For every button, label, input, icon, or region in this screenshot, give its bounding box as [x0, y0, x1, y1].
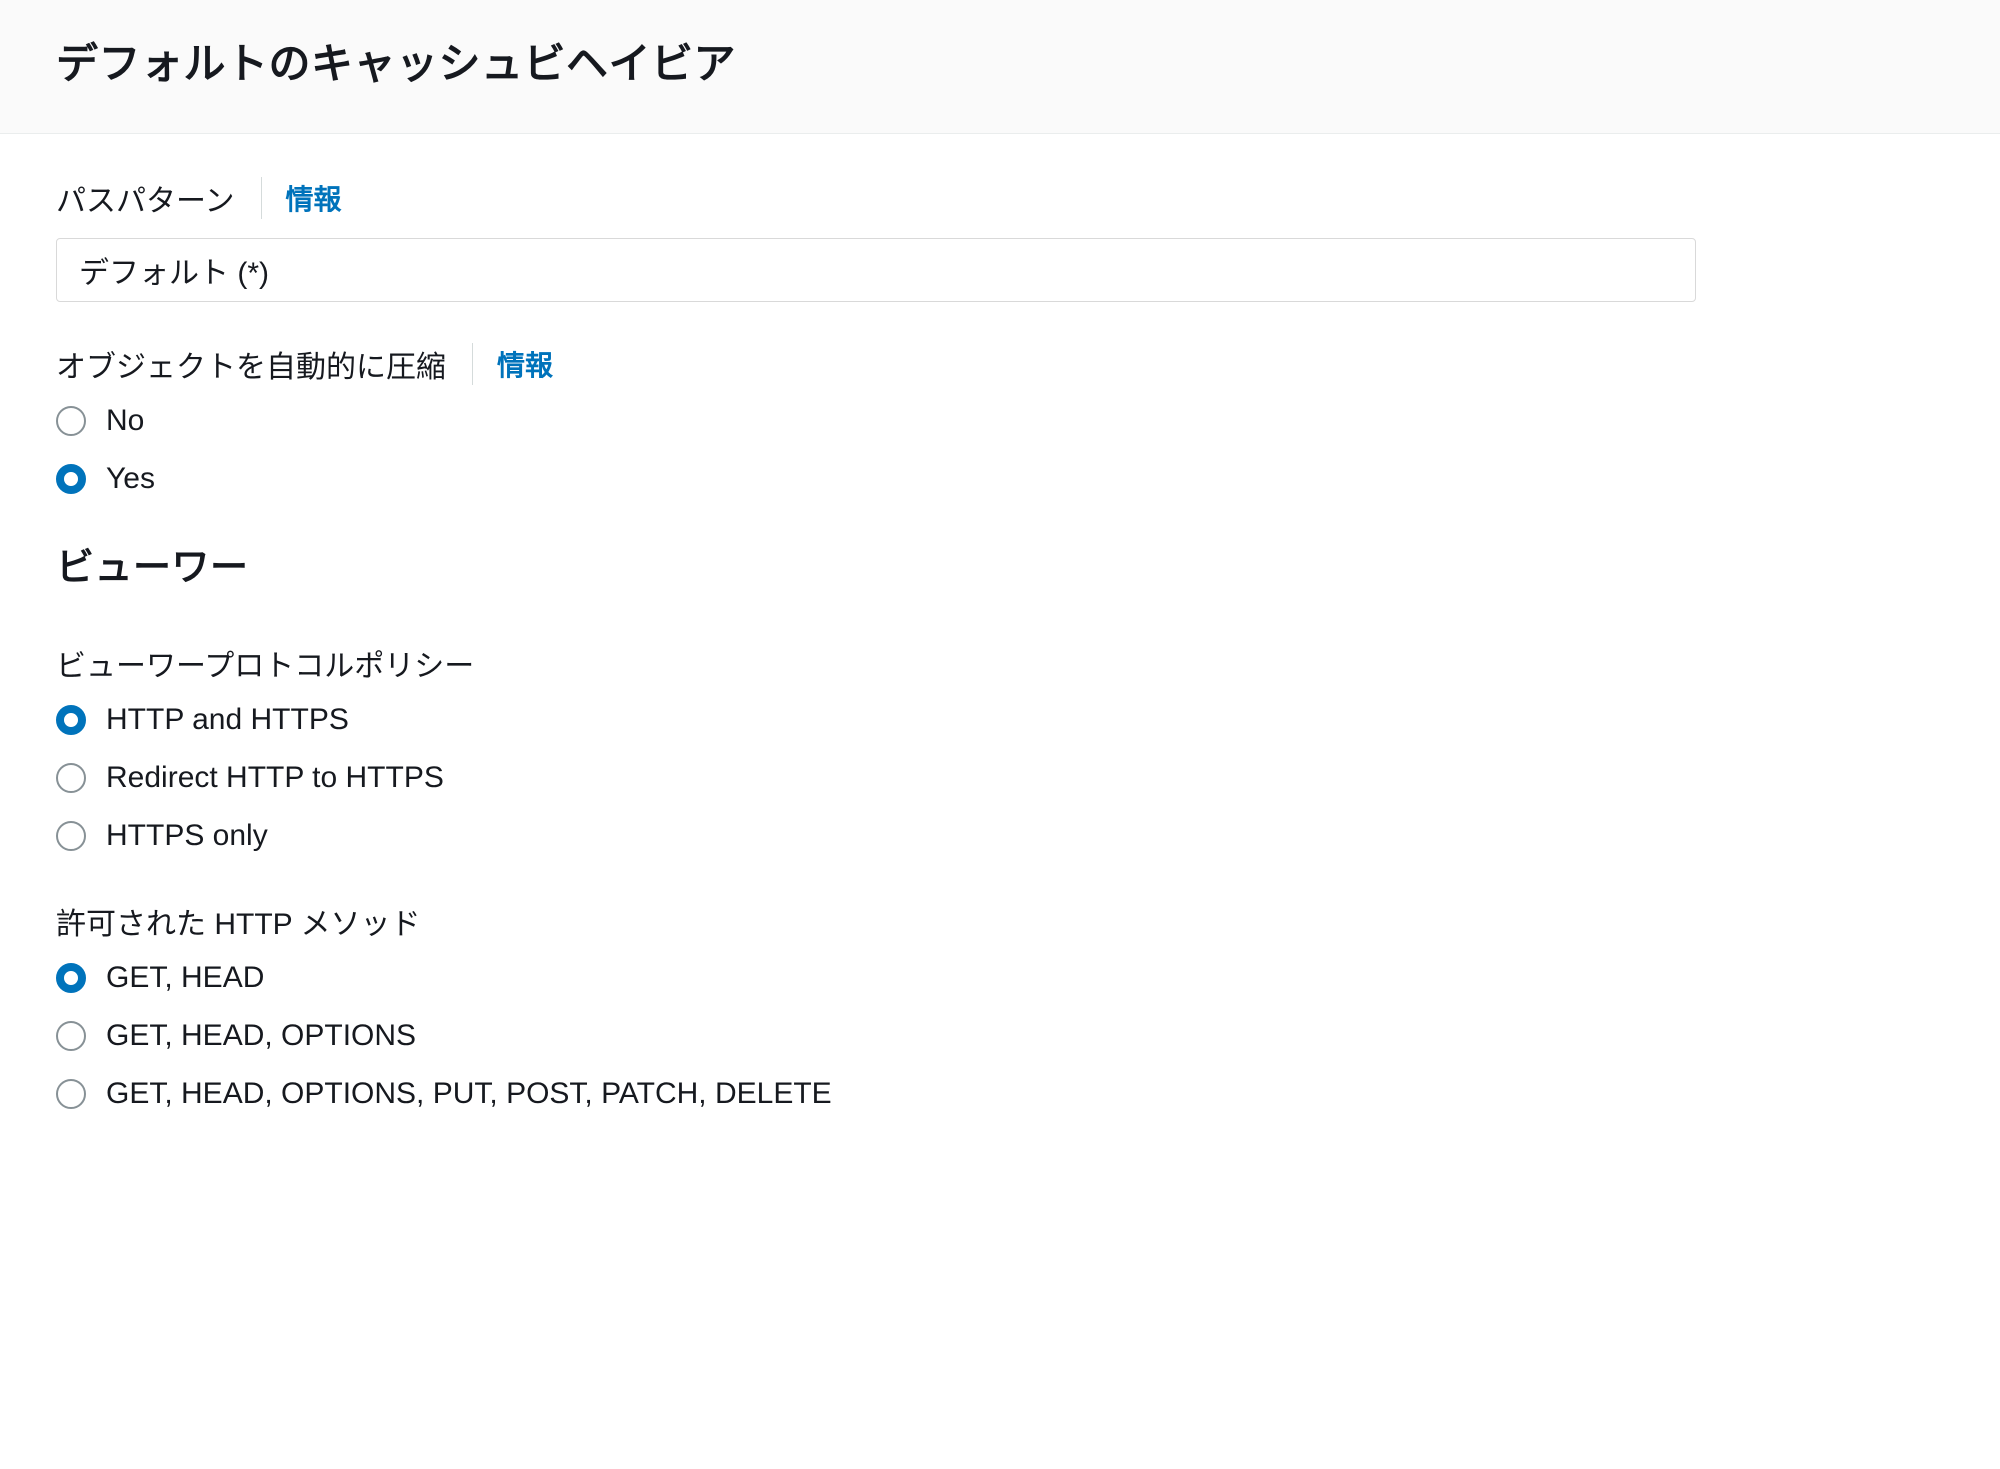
radio-icon	[56, 1079, 86, 1109]
divider	[472, 343, 473, 385]
protocol-https-only-label: HTTPS only	[106, 819, 268, 853]
viewer-protocol-radio-group: HTTP and HTTPS Redirect HTTP to HTTPS HT…	[56, 703, 1944, 853]
method-option-get-head[interactable]: GET, HEAD	[56, 961, 1944, 995]
compress-label: オブジェクトを自動的に圧縮	[56, 342, 446, 386]
radio-icon	[56, 1021, 86, 1051]
viewer-protocol-field: ビューワープロトコルポリシー HTTP and HTTPS Redirect H…	[56, 641, 1944, 853]
protocol-redirect-label: Redirect HTTP to HTTPS	[106, 761, 444, 795]
form-content: パスパターン 情報 オブジェクトを自動的に圧縮 情報 No Yes ビューワー …	[0, 134, 2000, 1151]
compress-no-label: No	[106, 404, 144, 438]
protocol-option-redirect[interactable]: Redirect HTTP to HTTPS	[56, 761, 1944, 795]
radio-icon	[56, 406, 86, 436]
viewer-protocol-label: ビューワープロトコルポリシー	[56, 641, 1944, 685]
method-all-label: GET, HEAD, OPTIONS, PUT, POST, PATCH, DE…	[106, 1077, 832, 1111]
radio-icon-selected	[56, 464, 86, 494]
compress-info-link[interactable]: 情報	[497, 344, 553, 384]
path-pattern-label-row: パスパターン 情報	[56, 176, 1944, 220]
radio-icon	[56, 821, 86, 851]
method-option-all[interactable]: GET, HEAD, OPTIONS, PUT, POST, PATCH, DE…	[56, 1077, 1944, 1111]
compress-option-no[interactable]: No	[56, 404, 1944, 438]
compress-radio-group: No Yes	[56, 404, 1944, 496]
protocol-option-http-https[interactable]: HTTP and HTTPS	[56, 703, 1944, 737]
section-header: デフォルトのキャッシュビヘイビア	[0, 0, 2000, 134]
compress-option-yes[interactable]: Yes	[56, 462, 1944, 496]
allowed-methods-label: 許可された HTTP メソッド	[56, 899, 1944, 943]
method-option-get-head-options[interactable]: GET, HEAD, OPTIONS	[56, 1019, 1944, 1053]
protocol-option-https-only[interactable]: HTTPS only	[56, 819, 1944, 853]
method-get-head-label: GET, HEAD	[106, 961, 264, 995]
radio-icon-selected	[56, 963, 86, 993]
method-get-head-options-label: GET, HEAD, OPTIONS	[106, 1019, 416, 1053]
compress-label-row: オブジェクトを自動的に圧縮 情報	[56, 342, 1944, 386]
compress-yes-label: Yes	[106, 462, 155, 496]
path-pattern-label: パスパターン	[56, 176, 235, 220]
path-pattern-input[interactable]	[56, 238, 1696, 302]
protocol-http-https-label: HTTP and HTTPS	[106, 703, 349, 737]
viewer-heading: ビューワー	[56, 536, 1944, 591]
section-title: デフォルトのキャッシュビヘイビア	[56, 30, 1944, 91]
path-pattern-info-link[interactable]: 情報	[286, 178, 342, 218]
compress-field: オブジェクトを自動的に圧縮 情報 No Yes	[56, 342, 1944, 496]
radio-icon	[56, 763, 86, 793]
allowed-methods-field: 許可された HTTP メソッド GET, HEAD GET, HEAD, OPT…	[56, 899, 1944, 1111]
radio-icon-selected	[56, 705, 86, 735]
path-pattern-field: パスパターン 情報	[56, 176, 1944, 302]
divider	[261, 177, 262, 219]
allowed-methods-radio-group: GET, HEAD GET, HEAD, OPTIONS GET, HEAD, …	[56, 961, 1944, 1111]
